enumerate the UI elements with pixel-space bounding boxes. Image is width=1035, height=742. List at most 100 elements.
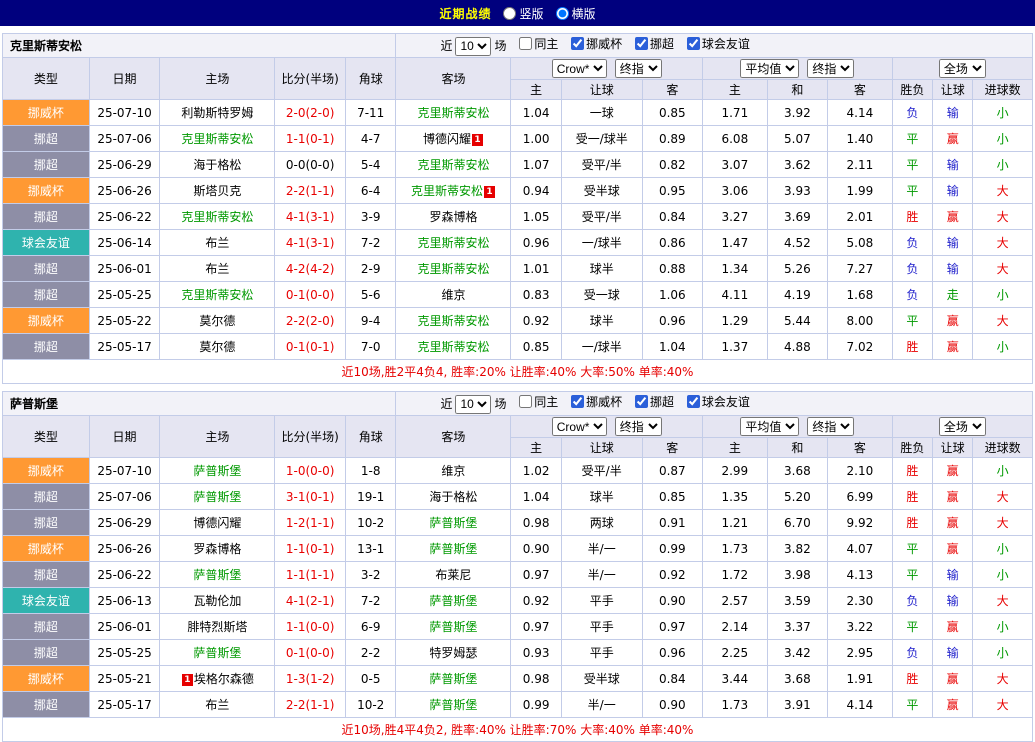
same-home-checkbox[interactable] [519, 395, 533, 409]
vertical-radio[interactable] [503, 6, 517, 20]
team-link: 克里斯蒂安松 [410, 184, 483, 198]
league-type-cell: 挪威杯 [2, 665, 90, 692]
team-link: 克里斯蒂安松 [417, 158, 490, 172]
ah-final-select[interactable]: 终指 [614, 59, 662, 78]
eu-draw-odds-cell: 5.07 [766, 125, 829, 152]
result-wdl-cell: 平 [891, 125, 934, 152]
match-date-cell: 25-05-25 [88, 639, 161, 666]
away-team-cell: 萨普斯堡 [395, 587, 512, 614]
norway-cup-checkbox[interactable] [571, 37, 585, 51]
goals-result-cell: 小 [972, 151, 1033, 178]
handicap-result-cell: 输 [932, 587, 974, 614]
handicap-result-cell: 输 [932, 255, 974, 282]
ah-away-odds-cell: 0.97 [641, 613, 704, 640]
eu-draw-odds-cell: 3.42 [766, 639, 829, 666]
match-count-select[interactable]: 10 [455, 394, 492, 414]
away-team-cell: 罗森博格 [395, 203, 512, 230]
layout-vertical-option[interactable]: 竖版 [503, 5, 544, 22]
ah-line-cell: 一/球半 [560, 333, 643, 360]
eliteserien-checkbox[interactable] [634, 395, 648, 409]
horizontal-radio-label: 横版 [571, 6, 596, 21]
eliteserien-filter[interactable]: 挪超 [635, 35, 674, 52]
fulltime-select[interactable]: 全场 [938, 417, 986, 436]
ah-line-cell: 球半 [560, 483, 643, 510]
eliteserien-filter[interactable]: 挪超 [634, 393, 674, 410]
eu-draw-odds-cell: 3.69 [766, 203, 829, 230]
eliteserien-checkbox[interactable] [635, 37, 648, 51]
ah-final-select[interactable]: 终指 [614, 417, 662, 436]
league-type-cell: 挪威杯 [2, 457, 90, 484]
ah-away-odds-cell: 1.04 [641, 333, 704, 360]
match-row: 挪超 25-06-01 腓特烈斯塔 1-1(0-0) 6-9 萨普斯堡 0.97 平手 0.97… [2, 613, 1033, 640]
norway-cup-filter[interactable]: 挪威杯 [571, 393, 622, 410]
ah-away-odds-cell: 0.88 [641, 255, 704, 282]
ah-line-cell: 平手 [560, 587, 643, 614]
eu-average-select[interactable]: 平均值 [740, 59, 800, 78]
col-away: 客场 [395, 57, 512, 100]
ah-line-cell: 两球 [560, 509, 643, 536]
ah-away-odds-cell: 0.85 [641, 99, 704, 126]
eu-away-odds-cell: 4.14 [827, 691, 893, 718]
match-count-select[interactable]: 10 [455, 36, 492, 56]
same-home-filter[interactable]: 同主 [519, 35, 558, 52]
home-team-cell: 布兰 [159, 255, 276, 282]
col-type: 类型 [2, 57, 90, 100]
ah-line-cell: 半/一 [560, 535, 643, 562]
team-link: 博德闪耀 [193, 516, 242, 530]
friendly-filter[interactable]: 球会友谊 [686, 393, 750, 410]
near-label: 近 [440, 39, 453, 54]
norway-cup-filter[interactable]: 挪威杯 [571, 35, 622, 52]
col-wdl: 胜负 [891, 79, 934, 100]
friendly-checkbox[interactable] [686, 395, 700, 409]
team-link: 瓦勒伦加 [193, 594, 242, 608]
team-link: 萨普斯堡 [429, 672, 478, 686]
handicap-result-cell: 走 [932, 281, 974, 308]
same-home-filter[interactable]: 同主 [519, 393, 558, 410]
eu-final-select[interactable]: 终指 [807, 417, 855, 436]
goals-result-cell: 大 [972, 691, 1033, 718]
friendly-checkbox[interactable] [686, 37, 700, 51]
same-home-checkbox[interactable] [519, 37, 533, 51]
match-date-cell: 25-07-06 [88, 125, 161, 152]
ah-home-odds-cell: 0.94 [510, 177, 562, 204]
handicap-result-cell: 输 [932, 561, 974, 588]
layout-horizontal-option[interactable]: 横版 [555, 5, 596, 22]
away-team-cell: 克里斯蒂安松 [395, 307, 512, 334]
score-cell: 0-1(0-0) [274, 281, 346, 308]
result-wdl-cell: 平 [891, 613, 934, 640]
league-type-cell: 挪超 [2, 255, 90, 282]
goals-result-cell: 大 [972, 255, 1033, 282]
norway-cup-checkbox[interactable] [571, 395, 585, 409]
team-link: 维京 [441, 464, 466, 478]
result-wdl-cell: 平 [891, 151, 934, 178]
friendly-filter[interactable]: 球会友谊 [686, 35, 750, 52]
ah-company-select[interactable]: Crow* [551, 59, 607, 78]
away-team-cell: 特罗姆瑟 [395, 639, 512, 666]
team-link: 海于格松 [193, 158, 242, 172]
eu-home-odds-cell: 3.27 [702, 203, 768, 230]
team-link: 克里斯蒂安松 [417, 314, 490, 328]
eu-final-select[interactable]: 终指 [807, 59, 855, 78]
ah-home-odds-cell: 1.05 [510, 203, 562, 230]
corner-cell: 1-8 [344, 457, 397, 484]
col-type: 类型 [2, 415, 90, 458]
col-ah-home: 主 [510, 79, 562, 100]
result-wdl-cell: 平 [891, 535, 934, 562]
away-team-cell: 克里斯蒂安松 1 [395, 177, 512, 204]
ah-company-select[interactable]: Crow* [551, 417, 607, 436]
team-link: 布兰 [205, 262, 230, 276]
col-date: 日期 [88, 415, 161, 458]
result-wdl-cell: 胜 [891, 665, 934, 692]
goals-result-cell: 小 [972, 639, 1033, 666]
ah-line-cell: 受平/半 [560, 151, 643, 178]
horizontal-radio[interactable] [555, 6, 569, 20]
eu-average-select[interactable]: 平均值 [740, 417, 800, 436]
corner-cell: 2-9 [344, 255, 397, 282]
eu-home-odds-cell: 3.07 [702, 151, 768, 178]
score-cell: 4-1(3-1) [274, 203, 346, 230]
corner-cell: 6-9 [344, 613, 397, 640]
result-wdl-cell: 平 [891, 691, 934, 718]
goals-result-cell: 大 [972, 177, 1033, 204]
team-link: 萨普斯堡 [193, 490, 242, 504]
fulltime-select[interactable]: 全场 [938, 59, 986, 78]
